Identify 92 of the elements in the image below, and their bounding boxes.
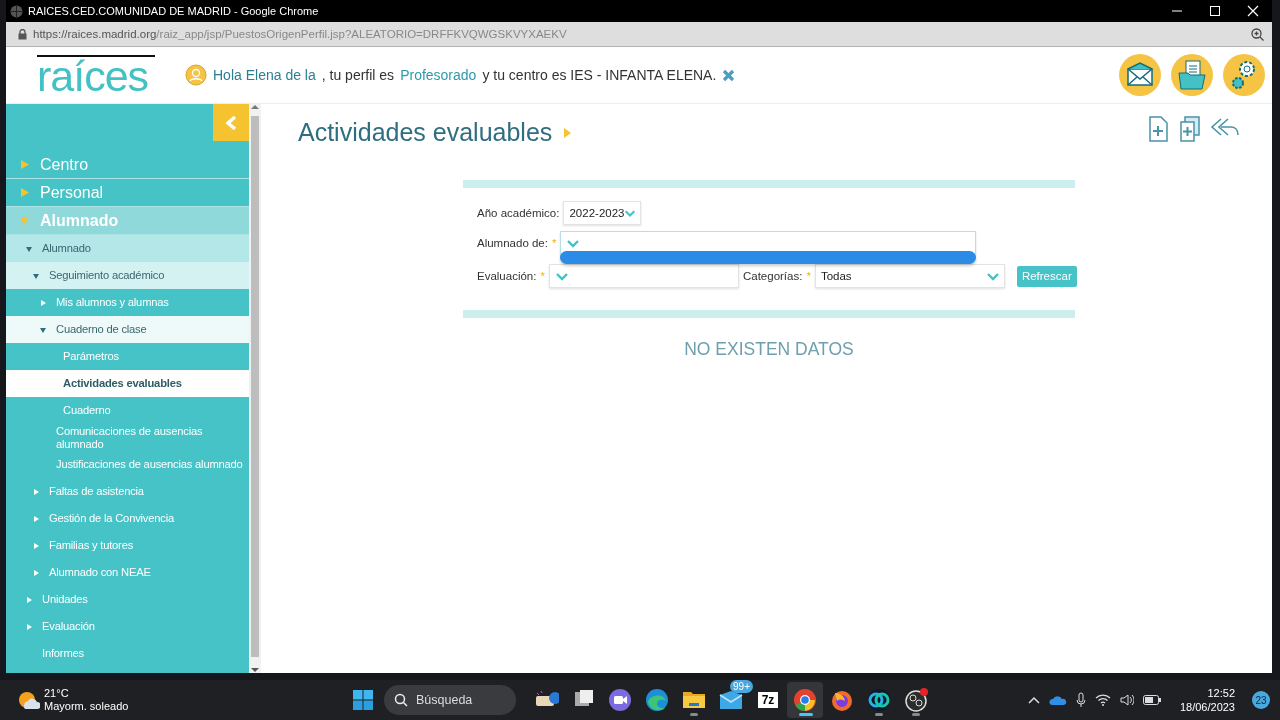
triangle-down-icon[interactable] (40, 326, 46, 333)
field-label: Alumnado de: (477, 237, 548, 249)
school-text: y tu centro es IES - INFANTA ELENA. (482, 67, 717, 83)
wave-icon (644, 687, 670, 713)
triangle-down-icon[interactable] (33, 272, 39, 279)
select-value: Todas (820, 270, 852, 282)
folder-document-icon[interactable] (1170, 53, 1214, 97)
select-field[interactable]: 2022-2023 (563, 201, 642, 225)
field-label: Año académico: (477, 207, 560, 219)
sidebar-item[interactable]: Familias y tutores (6, 532, 249, 559)
video-camera-icon (607, 687, 633, 713)
select-field[interactable]: Todas (814, 264, 1005, 288)
sidebar-item[interactable]: Alumnado con NEAE (6, 559, 249, 586)
user-name: Hola Elena de la (213, 67, 316, 83)
battery-icon[interactable] (1142, 695, 1161, 705)
sidebar-item[interactable]: Actividades evaluables (6, 370, 249, 397)
temperature: 21°C (44, 687, 70, 700)
clock-date[interactable]: 18/06/2023 (1179, 700, 1235, 714)
triangle-right-icon[interactable] (40, 299, 46, 306)
required-mark: * (551, 237, 557, 249)
scroll-up-icon[interactable] (251, 104, 259, 110)
sidebar-item[interactable]: Cuaderno de clase (6, 316, 249, 343)
sidebar-item[interactable]: Justificaciones de ausencias alumnado (6, 451, 249, 478)
cloud-icon[interactable] (1048, 694, 1067, 706)
search-field[interactable]: Búsqueda (384, 685, 516, 715)
sidebar-item[interactable]: Alumnado (6, 235, 249, 262)
required-mark: * (540, 270, 545, 282)
refresh-button[interactable]: Refrescar (1016, 265, 1077, 287)
select-value: 2022-2023 (569, 207, 625, 219)
triangle-right-icon[interactable] (26, 596, 32, 603)
sidebar-item[interactable]: Unidades (6, 586, 249, 613)
microphone-icon[interactable] (1075, 692, 1086, 708)
triangle-right-icon[interactable] (33, 515, 39, 522)
empty-message: NO EXISTEN DATOS (683, 339, 855, 360)
caret-up-icon[interactable] (1027, 696, 1040, 704)
field-label: Categorías: (742, 270, 803, 282)
sidebar-item[interactable]: Centro (6, 151, 249, 179)
browser-icon (792, 687, 818, 713)
windows-icon[interactable] (353, 690, 373, 710)
sidebar-item[interactable]: Informes (6, 640, 249, 667)
search-icon (394, 693, 408, 707)
greeting-text: , tu perfil es (321, 67, 395, 83)
taskbar-app[interactable]: 7z (750, 682, 786, 718)
field-label: Evaluación: (477, 270, 537, 282)
user-icon (185, 64, 207, 86)
profile-name: Profesorado (400, 67, 477, 83)
envelope-icon[interactable] (1118, 53, 1162, 97)
logo: raíces (37, 55, 155, 95)
scrollbar[interactable] (249, 104, 261, 673)
triangle-right-icon[interactable] (33, 488, 39, 495)
weather-text: Mayorm. soleado (44, 700, 129, 713)
chevron-down-icon[interactable] (554, 270, 569, 282)
copy-document-icon[interactable] (1178, 116, 1202, 142)
sidebar-item[interactable]: Mis alumnos y alumnas (6, 289, 249, 316)
chevron-down-icon[interactable] (985, 270, 1000, 282)
taskbar-app[interactable] (787, 682, 823, 718)
zoom-icon[interactable] (1251, 27, 1264, 41)
archive-icon[interactable]: 7z (758, 692, 778, 708)
add-document-icon[interactable] (1146, 116, 1170, 142)
sidebar-item[interactable]: Faltas de asistencia (6, 478, 249, 505)
sidebar-item[interactable]: Evaluación (6, 613, 249, 640)
chevron-right-icon (564, 127, 572, 138)
record-icon (903, 687, 929, 713)
lock-icon (18, 28, 27, 40)
sidebar-item[interactable]: Parámetros (6, 343, 249, 370)
triangle-right-icon[interactable] (26, 623, 32, 630)
chevron-down-icon[interactable] (566, 237, 581, 249)
speaker-icon[interactable] (1119, 694, 1134, 706)
chevron-left-icon (224, 114, 238, 131)
sidebar-item[interactable]: Cuaderno (6, 397, 249, 424)
notification-badge[interactable]: 23 (1252, 691, 1270, 709)
sun-cloud-icon (16, 689, 40, 711)
scroll-down-icon[interactable] (251, 667, 259, 673)
globe-icon (10, 4, 23, 18)
triangle-right-icon[interactable] (33, 569, 39, 576)
triangle-right-icon[interactable] (33, 542, 39, 549)
required-mark: * (806, 270, 811, 282)
gear-icon[interactable] (1222, 53, 1266, 97)
sidebar-item[interactable]: Alumnado (6, 207, 249, 235)
sidebar-item[interactable]: Gestión de la Convivencia (6, 505, 249, 532)
page-title: Actividades evaluables (298, 118, 572, 147)
window-title: RAICES.CED.COMUNIDAD DE MADRID - Google Chrome (28, 5, 320, 17)
triangle-down-icon[interactable] (26, 245, 32, 252)
circles-icon (866, 687, 892, 713)
maximize-icon[interactable] (1209, 5, 1221, 17)
wifi-icon[interactable] (1094, 694, 1111, 706)
notification-badge: 99+ (730, 680, 753, 693)
select-field[interactable] (548, 264, 739, 288)
sidebar-item[interactable]: Seguimiento académico (6, 262, 249, 289)
clock-time[interactable]: 12:52 (1179, 686, 1235, 700)
sidebar-item[interactable]: Comunicaciones de ausencias alumnado (6, 424, 249, 451)
reply-all-icon[interactable] (1210, 116, 1240, 138)
